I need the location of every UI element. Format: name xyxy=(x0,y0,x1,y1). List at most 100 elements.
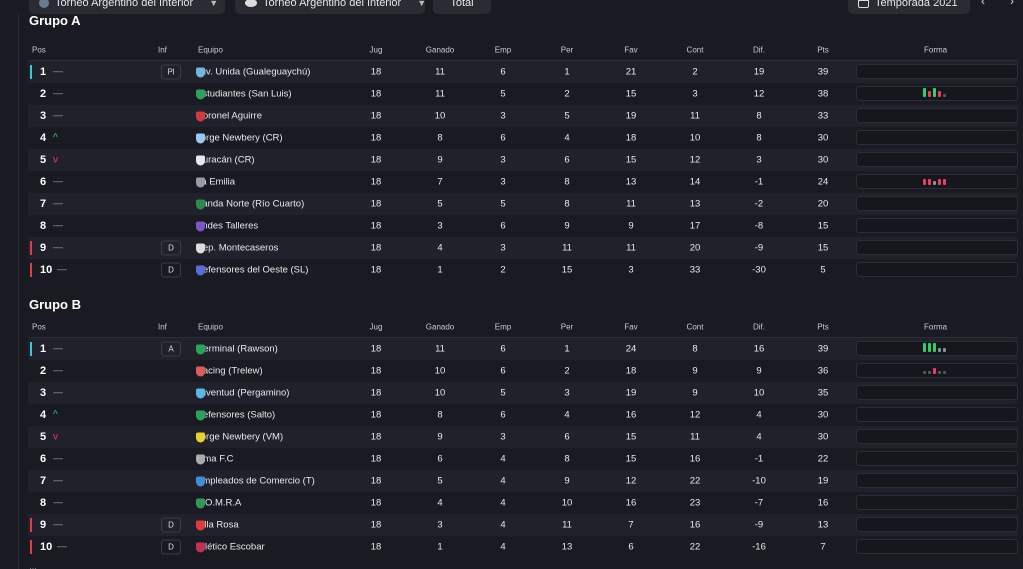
team-name: Racing (Trelew) xyxy=(196,365,263,377)
con-cell: 23 xyxy=(689,497,701,509)
team-cell[interactable]: Dep. Montecaseros xyxy=(196,243,278,254)
jug-cell: 18 xyxy=(370,154,382,166)
header-jug[interactable]: Jug xyxy=(361,322,391,331)
pts-cell: 16 xyxy=(817,497,829,509)
team-cell[interactable]: Coronel Aguirre xyxy=(196,111,262,122)
team-cell[interactable]: Defensores (Salto) xyxy=(196,410,275,421)
emp-cell: 4 xyxy=(500,519,506,531)
view-select-total[interactable]: Total xyxy=(433,0,491,14)
header-per[interactable]: Per xyxy=(552,322,582,331)
team-cell[interactable]: Germinal (Rawson) xyxy=(196,344,278,355)
header-inf[interactable]: Inf xyxy=(158,322,167,331)
header-emp[interactable]: Emp xyxy=(488,322,518,331)
header-emp[interactable]: Emp xyxy=(488,45,518,54)
header-fav[interactable]: Fav xyxy=(616,45,646,54)
table-row[interactable]: 9 — D Dep. Montecaseros 18 4 3 11 11 20 -9 15 xyxy=(28,237,1018,259)
tournament-select-2[interactable]: Torneo Argentino del Interior ▼ xyxy=(235,0,425,14)
header-cont[interactable]: Cont xyxy=(680,322,710,331)
header-pts[interactable]: Pts xyxy=(808,45,838,54)
header-pos[interactable]: Pos xyxy=(32,322,46,331)
table-row[interactable]: 1 — A Germinal (Rawson) 18 11 6 1 24 8 16 39 xyxy=(28,338,1018,360)
table-row[interactable]: 7 — Empleados de Comercio (T) 18 5 4 9 12 22 -10 1… xyxy=(28,470,1018,492)
team-cell[interactable]: Banda Norte (Río Cuarto) xyxy=(196,199,304,210)
table-row[interactable]: 6 — La Emilia 18 7 3 8 13 14 -1 24 xyxy=(28,171,1018,193)
table-row[interactable]: 5 v Huracán (CR) 18 9 3 6 15 12 3 30 xyxy=(28,149,1018,171)
emp-cell: 3 xyxy=(500,176,506,188)
table-row[interactable]: 3 — Juventud (Pergamino) 18 10 5 3 19 9 10 35 xyxy=(28,382,1018,404)
chevron-down-icon: ▼ xyxy=(209,0,219,8)
team-cell[interactable]: Jorge Newbery (VM) xyxy=(196,432,283,443)
table-row[interactable]: 10 — D Atlético Escobar 18 1 4 13 6 22 -16 7 xyxy=(28,536,1018,558)
team-cell[interactable]: Empleados de Comercio (T) xyxy=(196,476,315,487)
table-row[interactable]: 2 — Estudiantes (San Luis) 18 11 5 2 15 3 12 38 xyxy=(28,83,1018,105)
team-cell[interactable]: Jorge Newbery (CR) xyxy=(196,133,283,144)
dif-cell: -2 xyxy=(754,198,764,210)
header-gan[interactable]: Ganado xyxy=(425,322,455,331)
header-per[interactable]: Per xyxy=(552,45,582,54)
trend-same-icon: — xyxy=(53,387,63,399)
header-jug[interactable]: Jug xyxy=(361,45,391,54)
pts-cell: 19 xyxy=(817,475,829,487)
table-row[interactable]: 4 ^ Defensores (Salto) 18 8 6 4 16 12 4 30 xyxy=(28,404,1018,426)
table-row[interactable]: 4 ^ Jorge Newbery (CR) 18 8 6 4 18 10 8 30 xyxy=(28,127,1018,149)
team-cell[interactable]: Andes Talleres xyxy=(196,221,258,232)
dif-cell: -8 xyxy=(754,220,764,232)
form-result-bar xyxy=(938,179,941,185)
team-cell[interactable]: Racing (Trelew) xyxy=(196,366,263,377)
header-forma[interactable]: Forma xyxy=(924,322,947,331)
team-name: Andes Talleres xyxy=(196,220,259,232)
team-cell[interactable]: S.O.M.R.A xyxy=(196,498,241,509)
team-crest-icon xyxy=(196,432,205,442)
tournament-select-1[interactable]: Torneo Argentino del Interior ▼ xyxy=(29,0,225,14)
team-cell[interactable]: Atlético Escobar xyxy=(196,542,265,553)
team-cell[interactable]: Lima F.C xyxy=(196,454,233,465)
fav-cell: 15 xyxy=(625,453,637,465)
header-dif[interactable]: Dif. xyxy=(744,322,774,331)
form-indicator xyxy=(856,130,1018,145)
header-pos[interactable]: Pos xyxy=(32,45,46,54)
table-row[interactable]: 3 — Coronel Aguirre 18 10 3 5 19 11 8 33 xyxy=(28,105,1018,127)
header-dif[interactable]: Dif. xyxy=(744,45,774,54)
form-indicator xyxy=(856,473,1018,488)
team-name: Jorge Newbery (VM) xyxy=(196,431,284,443)
form-indicator xyxy=(856,539,1018,554)
table-row[interactable]: 6 — Lima F.C 18 6 4 8 15 16 -1 22 xyxy=(28,448,1018,470)
table-row[interactable]: 7 — Banda Norte (Río Cuarto) 18 5 5 8 11 13 -2 20 xyxy=(28,193,1018,215)
team-cell[interactable]: Defensores del Oeste (SL) xyxy=(196,265,308,276)
header-pts[interactable]: Pts xyxy=(808,322,838,331)
table-row[interactable]: 10— D Defensores del Oeste (SL) 18 1 2 15 3 33 -3… xyxy=(28,259,1018,281)
qualification-marker xyxy=(30,342,32,356)
header-cont[interactable]: Cont xyxy=(680,45,710,54)
team-cell[interactable]: Juv. Unida (Gualeguaychú) xyxy=(196,67,310,78)
header-fav[interactable]: Fav xyxy=(616,322,646,331)
table-row[interactable]: 5 v Jorge Newbery (VM) 18 9 3 6 15 11 4 30 xyxy=(28,426,1018,448)
table-row[interactable]: 2 — Racing (Trelew) 18 10 6 2 18 9 9 36 xyxy=(28,360,1018,382)
con-cell: 12 xyxy=(689,409,701,421)
team-crest-icon xyxy=(196,498,205,508)
trend-same-icon: — xyxy=(57,541,67,553)
fav-cell: 15 xyxy=(625,88,637,100)
table-row[interactable]: 8 — S.O.M.R.A 18 4 4 10 16 23 -7 16 xyxy=(28,492,1018,514)
dif-cell: 8 xyxy=(756,132,762,144)
gan-cell: 1 xyxy=(437,264,443,276)
table-row[interactable]: 8 — Andes Talleres 18 3 6 9 9 17 -8 15 xyxy=(28,215,1018,237)
position-cell: 2 xyxy=(40,365,47,377)
header-team[interactable]: Equipo xyxy=(198,45,223,54)
header-gan[interactable]: Ganado xyxy=(425,45,455,54)
team-cell[interactable]: Estudiantes (San Luis) xyxy=(196,89,292,100)
chevron-left-icon[interactable]: ‹ xyxy=(981,0,985,8)
chevron-right-icon[interactable]: › xyxy=(1010,0,1014,8)
pts-cell: 15 xyxy=(817,242,829,254)
team-cell[interactable]: La Emilia xyxy=(196,177,235,188)
season-select[interactable]: Temporada 2021 xyxy=(848,0,970,14)
header-forma[interactable]: Forma xyxy=(924,45,947,54)
header-inf[interactable]: Inf xyxy=(158,45,167,54)
dif-cell: 4 xyxy=(756,409,762,421)
team-cell[interactable]: Villa Rosa xyxy=(196,520,239,531)
table-row[interactable]: 1 — Pl Juv. Unida (Gualeguaychú) 18 11 6 1 21 2 19… xyxy=(28,61,1018,83)
team-cell[interactable]: Huracán (CR) xyxy=(196,155,255,166)
team-cell[interactable]: Juventud (Pergamino) xyxy=(196,388,289,399)
table-row[interactable]: 9 — D Villa Rosa 18 3 4 11 7 16 -9 13 xyxy=(28,514,1018,536)
header-team[interactable]: Equipo xyxy=(198,322,223,331)
position-cell: 9 xyxy=(40,242,47,254)
